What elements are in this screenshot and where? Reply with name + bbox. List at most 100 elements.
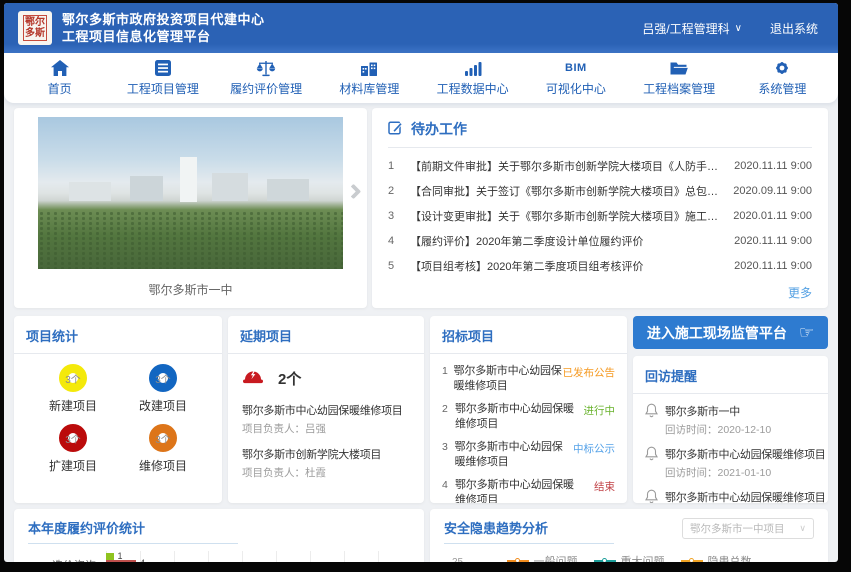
nav-item-bim-center[interactable]: BIM 可视化中心 bbox=[526, 59, 626, 97]
performance-bar-chart: 造价咨询 145 bbox=[28, 551, 410, 562]
legend-marker bbox=[681, 560, 703, 562]
bim-text-icon: BIM bbox=[565, 59, 587, 77]
bidding-item-number: 1 bbox=[442, 364, 454, 394]
site-monitor-button[interactable]: 进入施工现场监管平台 ☞ bbox=[633, 316, 828, 349]
todo-item-time: 2020.11.11 9:00 bbox=[734, 160, 812, 172]
chevron-down-icon: ∨ bbox=[799, 523, 806, 534]
carousel-next-arrow-icon[interactable] bbox=[346, 184, 362, 200]
project-stats-title: 项目统计 bbox=[14, 316, 222, 354]
donut-ring: 3个 bbox=[59, 364, 87, 392]
donut-ring: 3个 bbox=[149, 424, 177, 452]
nav-item-projects[interactable]: 工程项目管理 bbox=[113, 59, 213, 97]
performance-bar-value: 4 bbox=[140, 558, 145, 562]
todo-item[interactable]: 5 【项目组考核】2020年第二季度项目组考核评价 2020.11.11 9:0… bbox=[388, 253, 812, 278]
user-menu[interactable]: 吕强/工程管理科 ∨ bbox=[642, 20, 742, 37]
page: 鄂尔多斯 鄂尔多斯市政府投资项目代建中心 工程项目信息化管理平台 吕强/工程管理… bbox=[4, 3, 838, 562]
project-stats-card: 项目统计 3个 新建项目 3个 改建项目 3个 扩建项目 3 bbox=[14, 316, 222, 503]
safety-trend-chart-card: 安全隐患趋势分析 鄂尔多斯市一中项目 ∨ 一般问题 重大问题 bbox=[430, 509, 828, 562]
legend-item[interactable]: 一般问题 bbox=[507, 553, 578, 562]
project-filter-select[interactable]: 鄂尔多斯市一中项目 ∨ bbox=[682, 518, 814, 539]
delayed-count-row: 2个 bbox=[228, 354, 424, 392]
revisit-project-name: 鄂尔多斯市中心幼园保暖维修项目 bbox=[665, 489, 826, 503]
nav-item-archives[interactable]: 工程档案管理 bbox=[629, 59, 729, 97]
bidding-title: 招标项目 bbox=[430, 316, 627, 354]
legend-item[interactable]: 重大问题 bbox=[594, 553, 665, 562]
todo-item-text: 【项目组考核】2020年第二季度项目组考核评价 bbox=[410, 258, 734, 274]
bidding-item[interactable]: 4 鄂尔多斯市中心幼园保暖维修项目 结束 bbox=[442, 478, 615, 503]
nav-item-materials[interactable]: 材料库管理 bbox=[319, 59, 419, 97]
performance-chart-title: 本年度履约评价统计 bbox=[28, 518, 238, 544]
project-list-icon bbox=[155, 59, 171, 77]
bidding-item-number: 2 bbox=[442, 402, 455, 432]
todo-more-link[interactable]: 更多 bbox=[788, 284, 812, 301]
delayed-item[interactable]: 鄂尔多斯市中心幼园保暖维修项目 项目负责人：吕强 bbox=[228, 392, 424, 436]
performance-bar: 1 bbox=[106, 553, 114, 560]
delayed-item[interactable]: 鄂尔多斯市创新学院大楼项目 项目负责人：杜霞 bbox=[228, 436, 424, 480]
bidding-projects-card: 招标项目 1 鄂尔多斯市中心幼园保暖维修项目 已发布公告 2 鄂尔多斯市中心幼园… bbox=[430, 316, 627, 503]
todo-item[interactable]: 3 【设计变更审批】关于《鄂尔多斯市创新学院大楼项目》施工图变更的申请 2020… bbox=[388, 203, 812, 228]
performance-bar: 4 bbox=[106, 560, 136, 562]
home-icon bbox=[51, 59, 69, 77]
donut-label: 新建项目 bbox=[49, 397, 97, 414]
nav-label: 工程项目管理 bbox=[127, 80, 199, 97]
app-title-line1: 鄂尔多斯市政府投资项目代建中心 bbox=[62, 11, 265, 28]
bell-icon bbox=[645, 489, 658, 503]
donut-label: 改建项目 bbox=[139, 397, 187, 414]
bidding-item[interactable]: 3 鄂尔多斯市中心幼园保暖维修项目 中标公示 bbox=[442, 440, 615, 470]
bar-category-label: 造价咨询 bbox=[28, 551, 106, 562]
todo-title: 待办工作 bbox=[411, 119, 467, 139]
delayed-project-owner: 项目负责人：吕强 bbox=[242, 421, 410, 436]
nav-item-evaluation[interactable]: 履约评价管理 bbox=[216, 59, 316, 97]
carousel-caption: 鄂尔多斯市一中 bbox=[38, 281, 343, 298]
site-monitor-button-label: 进入施工现场监管平台 bbox=[647, 323, 787, 343]
delayed-project-owner: 项目负责人：杜霞 bbox=[242, 465, 410, 480]
performance-eval-chart-card: 本年度履约评价统计 造价咨询 145 bbox=[14, 509, 424, 562]
safety-chart-title: 安全隐患趋势分析 bbox=[444, 518, 614, 544]
app-logo: 鄂尔多斯 bbox=[18, 11, 52, 45]
nav-item-system[interactable]: 系统管理 bbox=[732, 59, 832, 97]
building-shape bbox=[180, 157, 197, 203]
legend-item[interactable]: 隐患总数 bbox=[681, 553, 752, 562]
todo-item[interactable]: 2 【合同审批】关于签订《鄂尔多斯市创新学院大楼项目》总包合同的申请 2020.… bbox=[388, 178, 812, 203]
bidding-list: 1 鄂尔多斯市中心幼园保暖维修项目 已发布公告 2 鄂尔多斯市中心幼园保暖维修项… bbox=[430, 354, 627, 503]
right-column: 进入施工现场监管平台 ☞ 回访提醒 鄂尔多斯市一中 回访时间：2020-12-1… bbox=[633, 316, 828, 503]
status-badge: 结束 bbox=[594, 478, 615, 503]
bidding-item[interactable]: 2 鄂尔多斯市中心幼园保暖维修项目 进行中 bbox=[442, 402, 615, 432]
nav-label: 可视化中心 bbox=[546, 80, 606, 97]
project-filter-value: 鄂尔多斯市一中项目 bbox=[690, 521, 785, 536]
materials-building-icon bbox=[360, 59, 378, 77]
donut-ring: 3个 bbox=[149, 364, 177, 392]
chart-legend: 一般问题 重大问题 隐患总数 bbox=[444, 553, 814, 562]
nav-item-data-center[interactable]: 工程数据中心 bbox=[423, 59, 523, 97]
bidding-item-name: 鄂尔多斯市中心幼园保暖维修项目 bbox=[454, 364, 563, 394]
delayed-projects-card: 延期项目 2个 鄂尔多斯市中心幼园保暖维修项目 项目负责人：吕强 鄂尔多斯市创新… bbox=[228, 316, 424, 503]
bidding-item[interactable]: 1 鄂尔多斯市中心幼园保暖维修项目 已发布公告 bbox=[442, 364, 615, 394]
todo-item[interactable]: 4 【履约评价】2020年第二季度设计单位履约评价 2020.11.11 9:0… bbox=[388, 228, 812, 253]
todo-item-time: 2020.11.11 9:00 bbox=[734, 260, 812, 272]
revisit-item[interactable]: 鄂尔多斯市一中 回访时间：2020-12-10 bbox=[633, 394, 828, 437]
y-axis-top-tick: 25 bbox=[452, 557, 463, 562]
main-content: 鄂尔多斯市一中 待办工作 1 【前期文件审批】关于鄂尔多斯市创新学院大楼项目《人… bbox=[4, 103, 838, 562]
donut-label: 维修项目 bbox=[139, 457, 187, 474]
delayed-title: 延期项目 bbox=[228, 316, 424, 354]
nav-item-home[interactable]: 首页 bbox=[10, 59, 110, 97]
todo-item-time: 2020.11.11 9:00 bbox=[734, 235, 812, 247]
logout-button[interactable]: 退出系统 bbox=[770, 20, 818, 37]
bell-icon bbox=[645, 403, 658, 437]
todo-item[interactable]: 1 【前期文件审批】关于鄂尔多斯市创新学院大楼项目《人防手续》的申请 2020.… bbox=[388, 153, 812, 178]
legend-marker bbox=[507, 560, 529, 562]
scale-icon bbox=[256, 59, 276, 77]
todo-item-time: 2020.01.11 9:00 bbox=[733, 210, 812, 222]
carousel-card: 鄂尔多斯市一中 bbox=[14, 108, 367, 308]
revisit-item[interactable]: 鄂尔多斯市中心幼园保暖维修项目 回访时间：2021-01-10 bbox=[633, 437, 828, 480]
revisit-project-name: 鄂尔多斯市中心幼园保暖维修项目 bbox=[665, 446, 826, 462]
revisit-item[interactable]: 鄂尔多斯市中心幼园保暖维修项目 回访时间：2021-01-10 bbox=[633, 480, 828, 503]
building-shape bbox=[69, 182, 112, 200]
legend-label: 隐患总数 bbox=[708, 553, 752, 562]
revisit-project-name: 鄂尔多斯市一中 bbox=[665, 403, 771, 419]
safety-header: 安全隐患趋势分析 鄂尔多斯市一中项目 ∨ bbox=[444, 518, 814, 544]
app-header: 鄂尔多斯 鄂尔多斯市政府投资项目代建中心 工程项目信息化管理平台 吕强/工程管理… bbox=[4, 3, 838, 53]
building-shape bbox=[212, 173, 249, 200]
todo-item-text: 【合同审批】关于签订《鄂尔多斯市创新学院大楼项目》总包合同的申请 bbox=[410, 183, 733, 199]
folder-icon bbox=[670, 59, 688, 77]
